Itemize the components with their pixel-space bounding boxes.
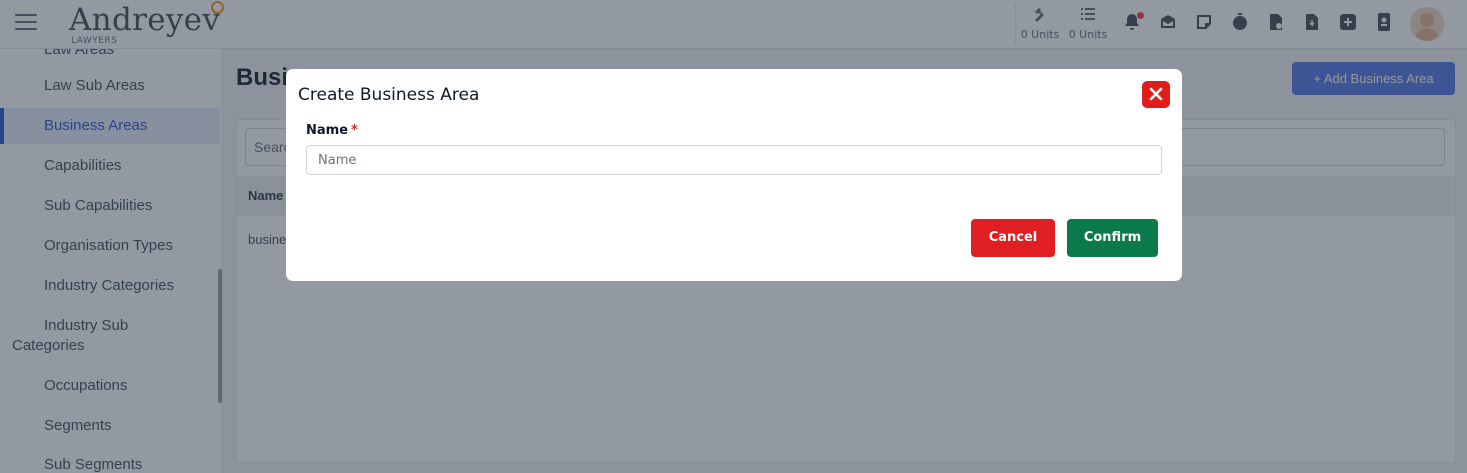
name-label-text: Name bbox=[306, 123, 349, 138]
confirm-button[interactable]: Confirm bbox=[1067, 219, 1158, 257]
close-button[interactable] bbox=[1142, 81, 1170, 108]
create-business-area-modal: Create Business Area Name* Cancel Confir… bbox=[286, 69, 1182, 281]
modal-title: Create Business Area bbox=[298, 85, 480, 105]
cancel-button[interactable]: Cancel bbox=[971, 219, 1055, 257]
name-input[interactable] bbox=[306, 145, 1162, 175]
required-mark: * bbox=[351, 123, 358, 138]
close-icon bbox=[1149, 87, 1163, 101]
name-field-label: Name * bbox=[306, 123, 358, 138]
